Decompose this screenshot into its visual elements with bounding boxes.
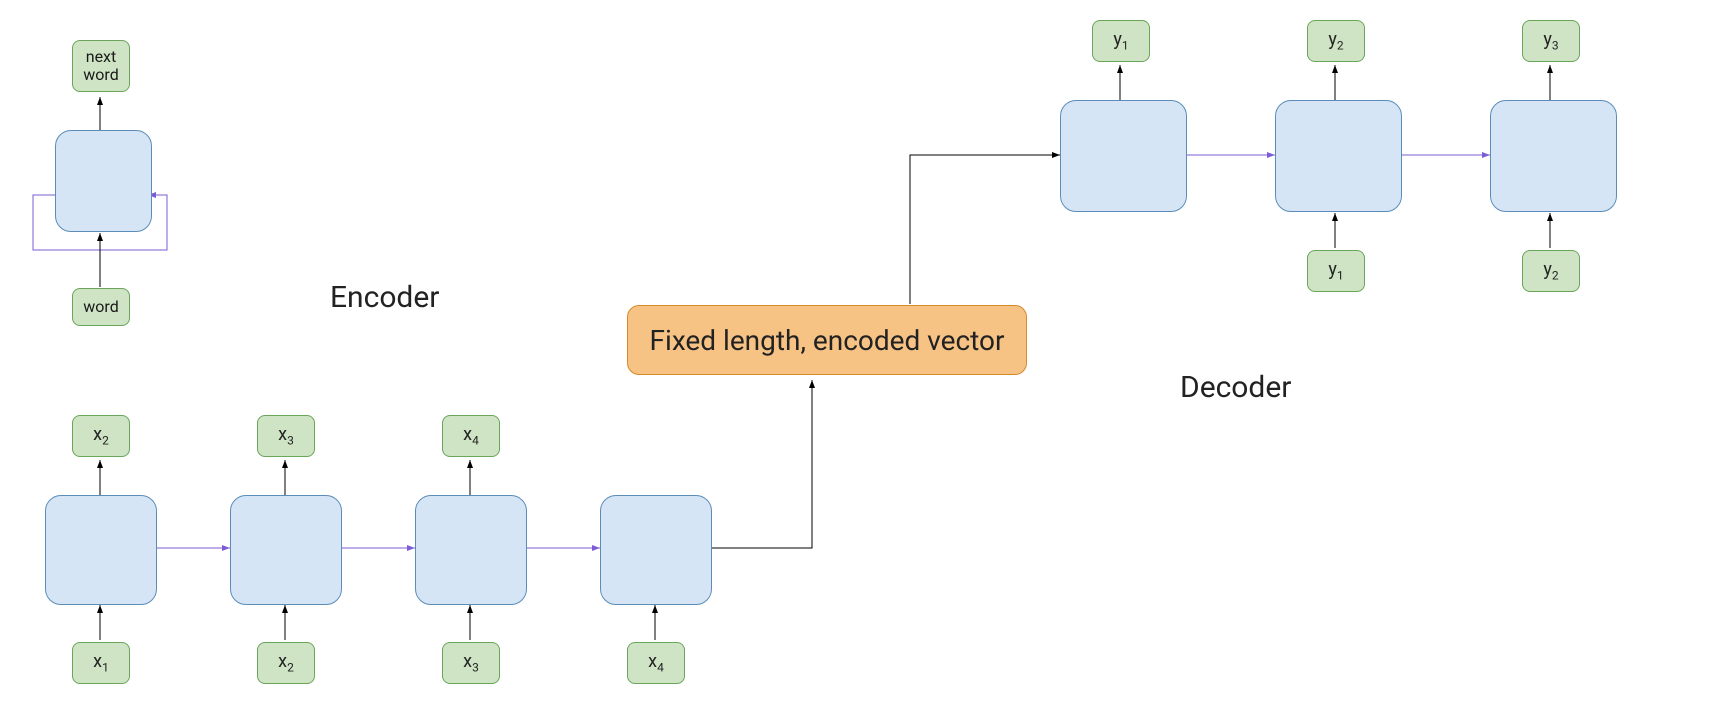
enc-in-2-label: x2 (278, 651, 294, 675)
encoded-vector-text: Fixed length, encoded vector (650, 324, 1005, 357)
nextword-label: nextword (83, 48, 118, 85)
enc-out-1-label: x2 (93, 424, 109, 448)
enc-in-1-label: x1 (93, 651, 109, 675)
decoder-label: Decoder (1180, 370, 1291, 405)
dec-in-1-label: y1 (1328, 259, 1343, 283)
enc-in-1: x1 (72, 642, 130, 684)
dec-out-3: y3 (1522, 20, 1580, 62)
dec-cell-2 (1275, 100, 1402, 212)
enc-in-4-label: x4 (648, 651, 664, 675)
enc-cell-4 (600, 495, 712, 605)
mini-rnn-cell (55, 130, 152, 232)
dec-out-2-label: y2 (1328, 29, 1343, 53)
dec-out-1: y1 (1092, 20, 1150, 62)
enc-out-1: x2 (72, 415, 130, 457)
dec-out-2: y2 (1307, 20, 1365, 62)
word-label: word (83, 298, 118, 316)
enc-in-2: x2 (257, 642, 315, 684)
enc-cell-1 (45, 495, 157, 605)
enc-cell-3 (415, 495, 527, 605)
mini-output-nextword: nextword (72, 40, 130, 92)
enc-cell-2 (230, 495, 342, 605)
encoder-label: Encoder (330, 280, 439, 315)
dec-in-2-label: y2 (1543, 259, 1558, 283)
dec-out-1-label: y1 (1113, 29, 1128, 53)
mini-input-word: word (72, 288, 130, 326)
enc-out-3: x4 (442, 415, 500, 457)
enc-in-4: x4 (627, 642, 685, 684)
dec-cell-1 (1060, 100, 1187, 212)
dec-in-1: y1 (1307, 250, 1365, 292)
dec-out-3-label: y3 (1543, 29, 1558, 53)
enc-out-3-label: x4 (463, 424, 479, 448)
enc-out-2-label: x3 (278, 424, 294, 448)
encoded-vector-box: Fixed length, encoded vector (627, 305, 1027, 375)
dec-in-2: y2 (1522, 250, 1580, 292)
enc-in-3-label: x3 (463, 651, 479, 675)
dec-cell-3 (1490, 100, 1617, 212)
enc-out-2: x3 (257, 415, 315, 457)
enc-in-3: x3 (442, 642, 500, 684)
